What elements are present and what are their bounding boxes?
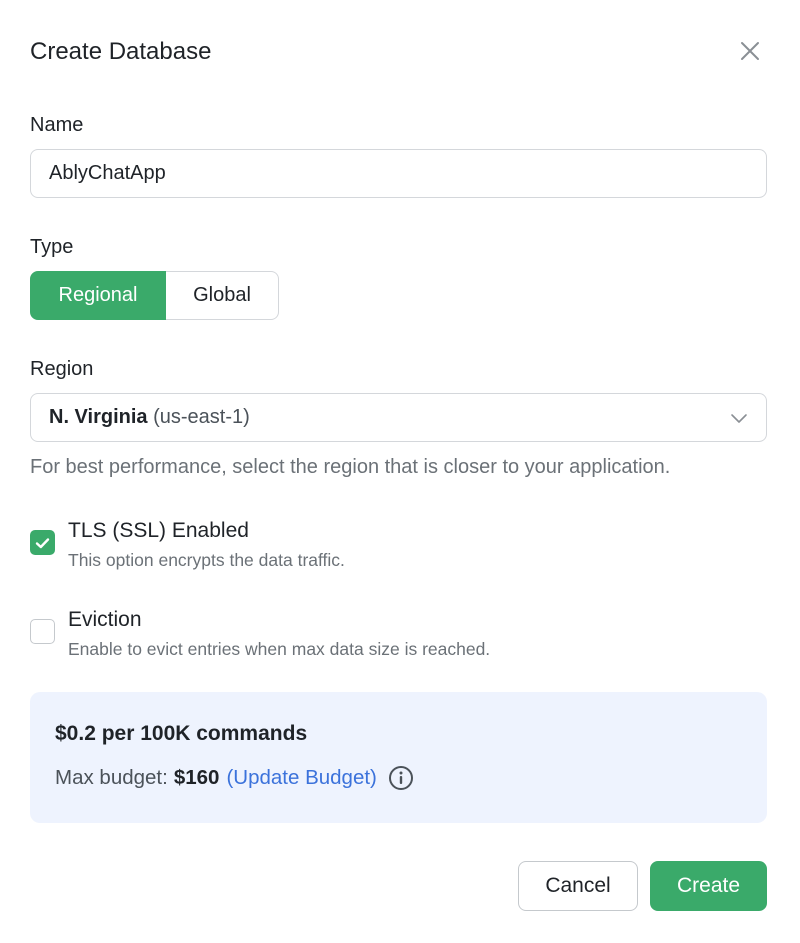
type-option-global[interactable]: Global [166, 271, 279, 320]
name-input[interactable] [30, 149, 767, 198]
eviction-option-description: Enable to evict entries when max data si… [68, 639, 491, 659]
chevron-down-icon [731, 413, 747, 423]
type-option-regional[interactable]: Regional [30, 271, 166, 320]
region-label: Region [30, 358, 94, 380]
region-code: (us-east-1) [153, 406, 250, 428]
region-select[interactable]: N. Virginia (us-east-1) [30, 393, 767, 442]
eviction-checkbox[interactable] [30, 619, 55, 644]
create-button[interactable]: Create [650, 861, 767, 911]
create-database-dialog: Create Database Name Type Regional Globa… [0, 0, 800, 943]
budget-value: $160 [173, 766, 220, 789]
pricing-panel: $0.2 per 100K commands Max budget: $160 … [30, 692, 767, 823]
close-button[interactable] [736, 37, 764, 65]
check-icon [35, 537, 50, 548]
close-icon [741, 42, 759, 60]
type-segmented-control: Regional Global [30, 271, 279, 320]
budget-label: Max budget: [55, 766, 168, 789]
region-name: N. Virginia [49, 406, 148, 428]
eviction-option-title: Eviction [68, 608, 142, 631]
region-helper-text: For best performance, select the region … [30, 456, 671, 478]
info-icon[interactable] [388, 765, 414, 791]
tls-option-description: This option encrypts the data traffic. [68, 550, 345, 570]
update-budget-link[interactable]: (Update Budget) [226, 766, 376, 790]
price-text: $0.2 per 100K commands [55, 722, 308, 745]
tls-option-title: TLS (SSL) Enabled [68, 519, 249, 542]
name-label: Name [30, 114, 84, 136]
budget-line: Max budget: $160 (Update Budget) [55, 765, 414, 791]
type-label: Type [30, 236, 74, 258]
cancel-button[interactable]: Cancel [518, 861, 638, 911]
tls-checkbox[interactable] [30, 530, 55, 555]
region-selected-value: N. Virginia (us-east-1) [49, 406, 250, 429]
dialog-title: Create Database [30, 38, 212, 65]
